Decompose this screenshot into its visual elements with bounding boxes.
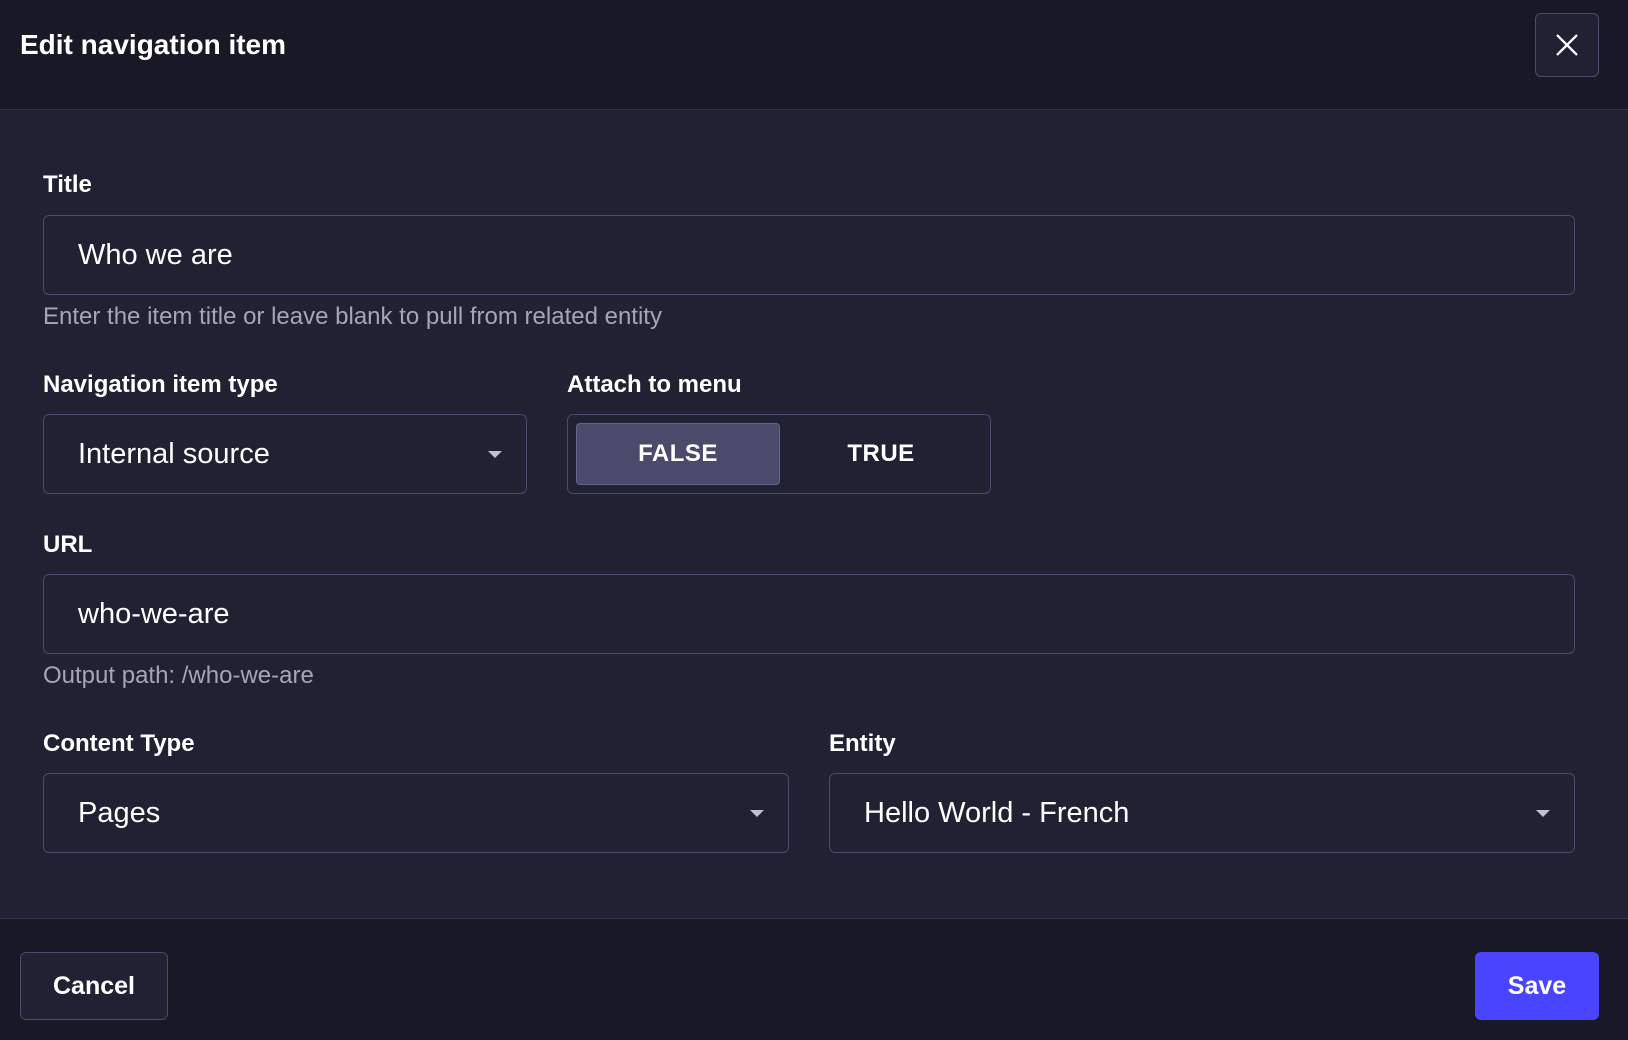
chevron-down-icon [488,451,502,458]
title-input[interactable] [78,238,1574,272]
toggle-option-true[interactable]: TRUE [780,423,982,485]
entity-value: Hello World - French [864,796,1130,829]
url-field[interactable] [43,574,1575,654]
close-button[interactable] [1535,13,1599,77]
attach-menu-label: Attach to menu [567,371,742,398]
cancel-button[interactable]: Cancel [20,952,168,1020]
modal-title: Edit navigation item [20,29,287,60]
attach-menu-toggle: FALSE TRUE [567,414,991,494]
toggle-option-false[interactable]: FALSE [576,423,780,485]
chevron-down-icon [750,810,764,817]
url-label: URL [43,531,93,558]
content-type-value: Pages [78,796,161,829]
url-input[interactable] [78,597,1574,631]
content-type-label: Content Type [43,730,195,757]
nav-type-label: Navigation item type [43,371,278,398]
modal-footer: Cancel Save [0,918,1628,1040]
chevron-down-icon [1536,810,1550,817]
nav-type-value: Internal source [78,437,270,470]
edit-navigation-modal: Edit navigation item Title Enter the ite… [0,0,1628,1040]
content-type-select[interactable]: Pages [43,773,789,853]
entity-select[interactable]: Hello World - French [829,773,1575,853]
modal-header: Edit navigation item [0,0,1628,110]
close-icon [1556,34,1578,56]
title-field[interactable] [43,215,1575,295]
modal-body: Title Enter the item title or leave blan… [0,110,1628,918]
url-hint: Output path: /who-we-are [43,662,314,689]
save-button[interactable]: Save [1475,952,1599,1020]
title-label: Title [43,171,92,198]
nav-type-select[interactable]: Internal source [43,414,527,494]
title-hint: Enter the item title or leave blank to p… [43,303,662,330]
entity-label: Entity [829,730,896,757]
